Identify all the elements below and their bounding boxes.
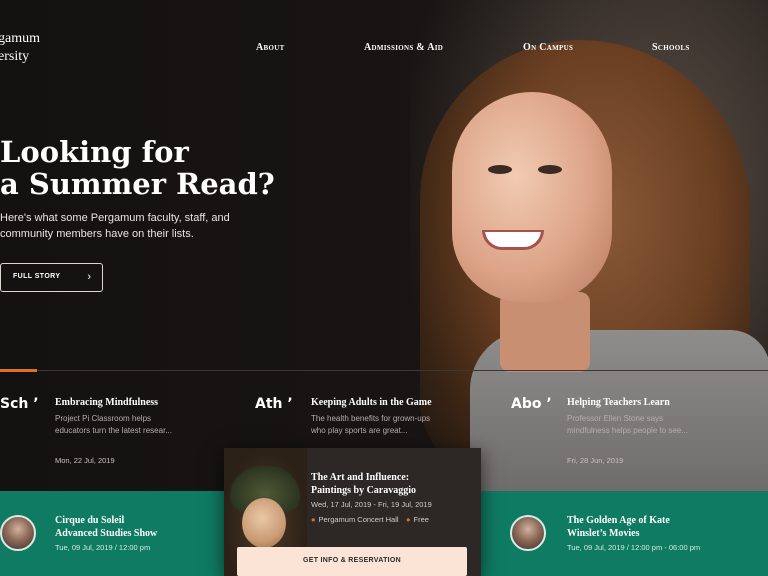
story-title[interactable]: Keeping Adults in the Game (311, 397, 432, 408)
story-desc: Project Pi Classroom helps educators tur… (55, 414, 172, 435)
nav-about[interactable]: About (256, 42, 285, 53)
logo-line-2: ersity (0, 49, 30, 64)
university-logo[interactable]: gamum ersity (0, 30, 40, 66)
event-title-line-2: Winslet’s Movies (567, 528, 640, 539)
price-tag-icon: ● (406, 515, 411, 524)
intro-line-1: Here's what some Pergamum faculty, staff… (0, 212, 230, 224)
chevron-right-icon: › (87, 271, 91, 283)
featured-event-card[interactable]: The Art and Influence: Paintings by Cara… (224, 448, 481, 576)
logo-line-1: gamum (0, 31, 40, 46)
portrait-eye-right (538, 165, 562, 174)
featured-event-price: ● Free (406, 515, 429, 524)
location-label: Pergamum Concert Hall (318, 515, 399, 524)
story-tag: Ath ’ (255, 396, 293, 412)
nav-admissions-aid[interactable]: Admissions & Aid (364, 42, 443, 53)
section-divider (0, 370, 768, 371)
hero-headline: Looking for a Summer Read? (0, 136, 275, 200)
portrait-neck (500, 292, 590, 372)
reserve-button-label: GET INFO & RESERVATION (303, 557, 401, 564)
headline-line-2: a Summer Read? (0, 167, 275, 201)
featured-event-date: Wed, 17 Jul, 2019 - Fri, 19 Jul, 2019 (311, 500, 432, 509)
event-date: Tue, 09 Jul, 2019 / 12:00 pm - 06:00 pm (567, 543, 701, 552)
story-title[interactable]: Embracing Mindfulness (55, 397, 158, 408)
story-desc: The health benefits for grown-ups who pl… (311, 414, 431, 435)
headline-line-1: Looking for (0, 135, 189, 169)
story-date: Fri, 28 Jun, 2019 (567, 456, 624, 465)
story-date: Mon, 22 Jul, 2019 (55, 456, 115, 465)
portrait-face (452, 92, 612, 302)
story-title[interactable]: Helping Teachers Learn (567, 397, 670, 408)
painting-face (242, 498, 286, 548)
event-avatar[interactable] (510, 515, 546, 551)
event-title[interactable]: The Golden Age of Kate Winslet’s Movies (567, 514, 670, 540)
event-title-line-2: Advanced Studies Show (55, 528, 158, 539)
event-title[interactable]: Cirque du Soleil Advanced Studies Show (55, 514, 157, 540)
featured-title-line-2: Paintings by Caravaggio (311, 485, 417, 496)
nav-on-campus[interactable]: On Campus (523, 42, 573, 53)
portrait-eye-left (488, 165, 512, 174)
story-tag: Sch ’ (0, 396, 39, 412)
featured-event-location: ● Pergamum Concert Hall (311, 515, 399, 524)
full-story-button[interactable]: FULL STORY › (0, 263, 103, 292)
featured-event-title[interactable]: The Art and Influence: Paintings by Cara… (311, 471, 416, 497)
get-info-reservation-button[interactable]: GET INFO & RESERVATION (237, 547, 467, 576)
story-desc: Professor Ellen Stone says mindfulness h… (567, 414, 688, 435)
event-title-line-1: Cirque du Soleil (55, 515, 125, 526)
intro-line-2: community members have on their lists. (0, 228, 194, 240)
featured-title-line-1: The Art and Influence: (311, 472, 410, 483)
price-label: Free (413, 515, 429, 524)
divider-accent-bar (0, 369, 37, 372)
full-story-label: FULL STORY (13, 273, 61, 280)
hero-intro: Here's what some Pergamum faculty, staff… (0, 210, 240, 242)
event-title-line-1: The Golden Age of Kate (567, 515, 670, 526)
event-date: Tue, 09 Jul, 2019 / 12:00 pm (55, 543, 151, 552)
event-avatar[interactable] (0, 515, 36, 551)
story-tag: Abo ’ (511, 396, 552, 412)
nav-schools[interactable]: Schools (652, 42, 690, 53)
location-pin-icon: ● (311, 515, 316, 524)
